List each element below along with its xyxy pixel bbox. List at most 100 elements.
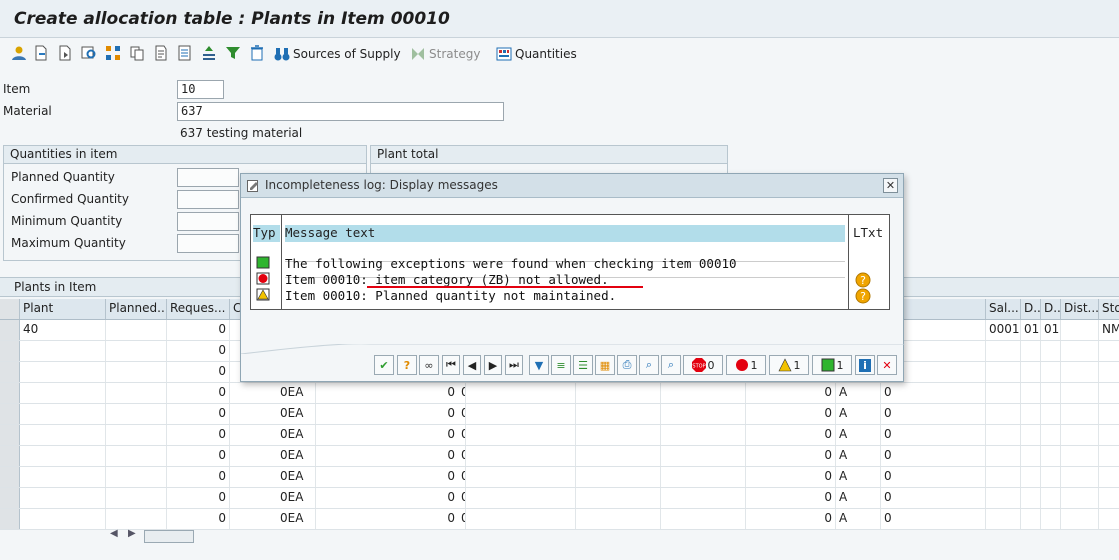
message-line-1[interactable]: The following exceptions were found when… [285, 256, 737, 271]
col-storage[interactable]: Sto [1099, 299, 1119, 319]
cell-storage[interactable] [1099, 425, 1119, 445]
col-distribution[interactable]: Dist... [1061, 299, 1099, 319]
cell-sales[interactable] [986, 383, 1021, 403]
cell-plant[interactable] [20, 488, 106, 508]
col-d2[interactable]: D... [1041, 299, 1061, 319]
cell-sales[interactable] [986, 425, 1021, 445]
document-arrow-icon[interactable] [32, 44, 50, 62]
cell-sales[interactable] [986, 488, 1021, 508]
cell-storage[interactable] [1099, 488, 1119, 508]
cell-requested[interactable]: 0 [167, 404, 230, 424]
cell-storage[interactable]: NMC [1099, 320, 1119, 340]
cell-plant[interactable] [20, 509, 106, 529]
print-button[interactable]: ⎙ [617, 355, 637, 375]
cell-d1[interactable] [1021, 488, 1041, 508]
cell-v1[interactable]: 00 [316, 446, 466, 466]
find-next-button[interactable]: ⌕ [661, 355, 681, 375]
cell-d2[interactable] [1041, 383, 1061, 403]
filter-icon[interactable] [224, 44, 242, 62]
cell-requested[interactable]: 0 [167, 425, 230, 445]
cell-c[interactable]: 0EA [230, 404, 316, 424]
row-selector[interactable] [0, 383, 20, 403]
sources-of-supply-button[interactable]: Sources of Supply [274, 44, 401, 64]
info-button[interactable]: i [855, 355, 875, 375]
success-count-button[interactable]: 1 [812, 355, 852, 375]
cell-requested[interactable]: 0 [167, 383, 230, 403]
cell-requested[interactable]: 0 [167, 467, 230, 487]
cell-d2[interactable] [1041, 467, 1061, 487]
maximum-quantity-field[interactable] [177, 234, 239, 253]
cell-v4[interactable]: 0 [881, 467, 986, 487]
message-line-3[interactable]: Item 00010: Planned quantity not maintai… [285, 288, 616, 303]
cell-d2[interactable] [1041, 509, 1061, 529]
sort-button[interactable]: ≡ [551, 355, 571, 375]
next-page-button[interactable]: ▶ [484, 355, 502, 375]
cell-v3[interactable]: 0 [746, 509, 836, 529]
cell-distribution[interactable] [1061, 404, 1099, 424]
cell-distribution[interactable] [1061, 509, 1099, 529]
stop-count-button[interactable]: STOP 0 [683, 355, 723, 375]
cell-requested[interactable]: 0 [167, 320, 230, 340]
cell-planned[interactable] [106, 341, 167, 361]
cell-plant[interactable] [20, 404, 106, 424]
cell-a[interactable]: A [836, 383, 881, 403]
export-button[interactable]: ▦ [595, 355, 615, 375]
cell-v3[interactable]: 0 [746, 488, 836, 508]
cell-storage[interactable] [1099, 362, 1119, 382]
scroll-right-icon[interactable]: ▶ [128, 528, 136, 539]
cell-storage[interactable] [1099, 383, 1119, 403]
col-d1[interactable]: D... [1021, 299, 1041, 319]
cell-d2[interactable] [1041, 446, 1061, 466]
cell-requested[interactable]: 0 [167, 509, 230, 529]
table-row[interactable]: 00EA000A0 [0, 404, 1119, 425]
cell-a[interactable]: A [836, 425, 881, 445]
message-line-2[interactable]: Item 00010: item category (ZB) not allow… [285, 272, 609, 287]
cell-a[interactable]: A [836, 509, 881, 529]
table-row[interactable]: 00EA000A0 [0, 383, 1119, 404]
table-row[interactable]: 00EA000A0 [0, 446, 1119, 467]
planned-quantity-field[interactable] [177, 168, 239, 187]
table-row[interactable]: 00EA000A0 [0, 488, 1119, 509]
cell-planned[interactable] [106, 404, 167, 424]
confirmed-quantity-field[interactable] [177, 190, 239, 209]
cell-c[interactable]: 0EA [230, 509, 316, 529]
cell-sales[interactable] [986, 404, 1021, 424]
cell-v3[interactable]: 0 [746, 383, 836, 403]
cell-v3[interactable]: 0 [746, 404, 836, 424]
find-button[interactable]: ⌕ [639, 355, 659, 375]
cell-v4[interactable]: 0 [881, 404, 986, 424]
cell-v4[interactable]: 0 [881, 425, 986, 445]
row-selector[interactable] [0, 467, 20, 487]
find-icon[interactable] [80, 44, 98, 62]
table-row[interactable]: 00EA000A0 [0, 425, 1119, 446]
scroll-thumb[interactable] [144, 530, 194, 543]
row-selector[interactable] [0, 446, 20, 466]
cell-a[interactable]: A [836, 488, 881, 508]
cell-planned[interactable] [106, 383, 167, 403]
row-selector[interactable] [0, 404, 20, 424]
cell-a[interactable]: A [836, 467, 881, 487]
cell-planned[interactable] [106, 509, 167, 529]
col-planned[interactable]: Planned... [106, 299, 167, 319]
table-row[interactable]: 00EA000A0 [0, 509, 1119, 530]
cell-plant[interactable] [20, 362, 106, 382]
cell-plant[interactable] [20, 446, 106, 466]
cell-d1[interactable] [1021, 341, 1041, 361]
cell-v4[interactable]: 0 [881, 509, 986, 529]
cell-a[interactable]: A [836, 446, 881, 466]
cell-c[interactable]: 0EA [230, 488, 316, 508]
row-selector[interactable] [0, 341, 20, 361]
glasses-button[interactable]: ∞ [419, 355, 439, 375]
cell-requested[interactable]: 0 [167, 446, 230, 466]
cell-v4[interactable]: 0 [881, 488, 986, 508]
cell-plant[interactable] [20, 467, 106, 487]
cell-storage[interactable] [1099, 467, 1119, 487]
cell-distribution[interactable] [1061, 446, 1099, 466]
strategy-button[interactable]: Strategy [410, 44, 480, 64]
document-next-icon[interactable] [56, 44, 74, 62]
row-selector[interactable] [0, 425, 20, 445]
close-icon[interactable]: ✕ [883, 178, 898, 193]
cell-a[interactable]: A [836, 404, 881, 424]
cell-distribution[interactable] [1061, 320, 1099, 340]
cell-d2[interactable] [1041, 425, 1061, 445]
